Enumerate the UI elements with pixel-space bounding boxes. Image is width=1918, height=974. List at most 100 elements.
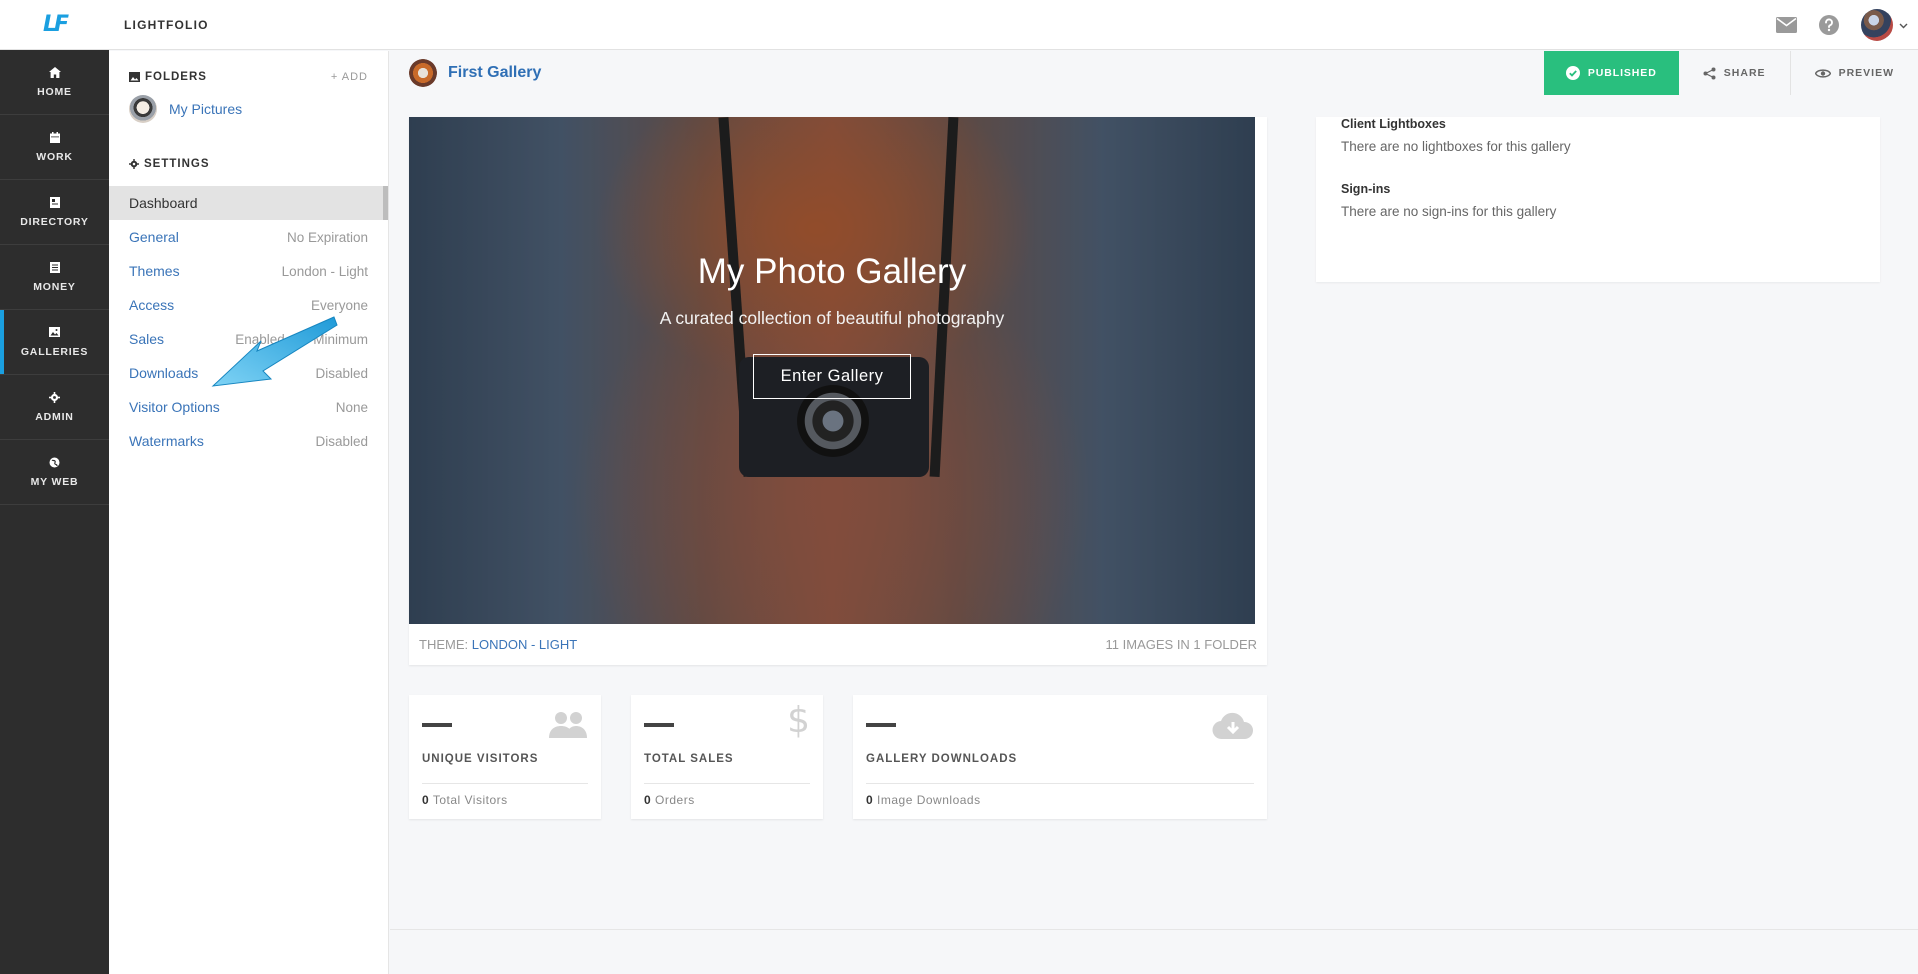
- top-bar: LIGHTFOLIO: [109, 0, 1918, 50]
- settings-item-value: Disabled: [315, 433, 368, 449]
- stat-value-placeholder: [644, 723, 674, 727]
- lightboxes-title: Client Lightboxes: [1341, 117, 1446, 131]
- rail-label: HOME: [37, 86, 72, 98]
- settings-item-label: General: [129, 229, 179, 245]
- stat-value-placeholder: [422, 723, 452, 727]
- calendar-icon: [48, 131, 62, 143]
- rail-label: WORK: [36, 151, 73, 163]
- stat-footer: 0 Orders: [644, 793, 695, 807]
- settings-item-label: Access: [129, 297, 175, 313]
- logo[interactable]: LF: [0, 0, 109, 50]
- enter-gallery-button[interactable]: Enter Gallery: [753, 354, 911, 399]
- rail-item-money[interactable]: MONEY: [0, 245, 109, 310]
- folder-name: My Pictures: [169, 101, 243, 117]
- mail-icon[interactable]: [1776, 17, 1797, 33]
- published-button[interactable]: PUBLISHED: [1543, 51, 1679, 95]
- chevron-down-icon[interactable]: [1899, 16, 1908, 34]
- settings-item-label: Watermarks: [129, 433, 204, 449]
- money-icon: [48, 261, 62, 273]
- signins-text: There are no sign-ins for this gallery: [1341, 204, 1557, 219]
- settings-header: SETTINGS: [109, 158, 388, 170]
- folders-title-text: FOLDERS: [145, 71, 207, 83]
- divider: [644, 783, 810, 784]
- image-count: 11 IMAGES IN 1 FOLDER: [1105, 637, 1257, 652]
- theme-info: THEME: LONDON - LIGHT: [419, 637, 577, 652]
- rail-item-work[interactable]: WORK: [0, 115, 109, 180]
- stat-card-unique-visitors: UNIQUE VISITORS 0 Total Visitors: [409, 695, 601, 819]
- logo-text: LF: [42, 12, 69, 37]
- stat-title: UNIQUE VISITORS: [422, 753, 539, 765]
- preview-button[interactable]: PREVIEW: [1789, 51, 1918, 95]
- settings-item-watermarks[interactable]: Watermarks Disabled: [109, 424, 388, 458]
- avatar[interactable]: [1861, 9, 1893, 41]
- help-icon[interactable]: [1819, 15, 1839, 35]
- settings-item-label: Dashboard: [129, 195, 198, 211]
- published-label: PUBLISHED: [1587, 67, 1657, 79]
- eye-icon: [1814, 68, 1831, 78]
- stat-title: TOTAL SALES: [644, 753, 734, 765]
- directory-icon: [48, 196, 62, 208]
- share-label: SHARE: [1723, 67, 1766, 79]
- hero-overlay: My Photo Gallery A curated collection of…: [409, 117, 1255, 624]
- folders-title: FOLDERS: [129, 71, 207, 83]
- rail-item-admin[interactable]: ADMIN: [0, 375, 109, 440]
- check-circle-icon: [1565, 66, 1580, 80]
- settings-item-value: None: [335, 399, 368, 415]
- hero-image: My Photo Gallery A curated collection of…: [409, 117, 1255, 624]
- cloud-download-icon: [1212, 711, 1254, 746]
- settings-item-value: No Expiration: [286, 229, 368, 245]
- divider: [866, 783, 1254, 784]
- settings-title-text: SETTINGS: [144, 158, 210, 170]
- settings-item-label: Sales: [129, 331, 165, 347]
- stat-footer: 0 Total Visitors: [422, 793, 508, 807]
- rail-item-directory[interactable]: DIRECTORY: [0, 180, 109, 245]
- hero-footer: THEME: LONDON - LIGHT 11 IMAGES IN 1 FOL…: [409, 624, 1267, 665]
- stat-card-gallery-downloads: GALLERY DOWNLOADS 0 Image Downloads: [853, 695, 1267, 819]
- people-icon: [548, 711, 588, 744]
- preview-label: PREVIEW: [1838, 67, 1894, 79]
- rail-label: DIRECTORY: [20, 216, 89, 228]
- gallery-thumbnail: [409, 59, 437, 87]
- folder-image-icon: [129, 72, 140, 82]
- dollar-icon: $: [787, 700, 810, 741]
- settings-item-label: Themes: [129, 263, 180, 279]
- gallery-preview-card: My Photo Gallery A curated collection of…: [409, 117, 1267, 665]
- stat-count: 0: [866, 793, 874, 807]
- lightboxes-text: There are no lightboxes for this gallery: [1341, 139, 1571, 154]
- gear-icon: [129, 159, 139, 169]
- stat-unit: Total Visitors: [432, 793, 508, 807]
- gallery-sidebar: FOLDERS + ADD My Pictures SETTINGS Dashb…: [109, 51, 389, 974]
- rail-item-galleries[interactable]: GALLERIES: [0, 310, 109, 375]
- activity-panel: Client Lightboxes There are no lightboxe…: [1316, 117, 1880, 282]
- share-button[interactable]: SHARE: [1678, 51, 1790, 95]
- brand-name: LIGHTFOLIO: [124, 17, 209, 32]
- stat-unit: Image Downloads: [877, 793, 981, 807]
- settings-item-label: Downloads: [129, 365, 199, 381]
- rail-label: ADMIN: [35, 411, 74, 423]
- share-icon: [1703, 67, 1716, 79]
- signins-section: Sign-ins There are no sign-ins for this …: [1341, 182, 1855, 219]
- rail-label: GALLERIES: [20, 346, 89, 358]
- theme-label: THEME:: [419, 637, 469, 652]
- folder-item-my-pictures[interactable]: My Pictures: [109, 95, 388, 123]
- settings-item-general[interactable]: General No Expiration: [109, 220, 388, 254]
- settings-item-value: London - Light: [281, 263, 368, 279]
- hero-subtitle: A curated collection of beautiful photog…: [659, 308, 1005, 328]
- left-rail: LF HOME WORK DIRECTORY MONEY GALLERIES A…: [0, 0, 109, 974]
- rail-item-home[interactable]: HOME: [0, 50, 109, 115]
- image-icon: [48, 326, 62, 338]
- gallery-title[interactable]: First Gallery: [448, 64, 541, 82]
- rail-label: MY WEB: [30, 476, 79, 488]
- gallery-header: First Gallery PUBLISHED SHARE PREVIEW: [390, 51, 1918, 95]
- settings-item-dashboard[interactable]: Dashboard: [109, 186, 388, 220]
- settings-item-themes[interactable]: Themes London - Light: [109, 254, 388, 288]
- hero-title: My Photo Gallery: [697, 252, 967, 291]
- theme-link[interactable]: LONDON - LIGHT: [472, 637, 577, 652]
- divider: [422, 783, 588, 784]
- folder-thumbnail: [129, 95, 157, 123]
- rail-label: MONEY: [33, 281, 76, 293]
- rail-item-my-web[interactable]: MY WEB: [0, 440, 109, 505]
- stat-value-placeholder: [866, 723, 896, 727]
- add-folder-button[interactable]: + ADD: [331, 71, 368, 83]
- lightboxes-section: Client Lightboxes There are no lightboxe…: [1341, 117, 1855, 154]
